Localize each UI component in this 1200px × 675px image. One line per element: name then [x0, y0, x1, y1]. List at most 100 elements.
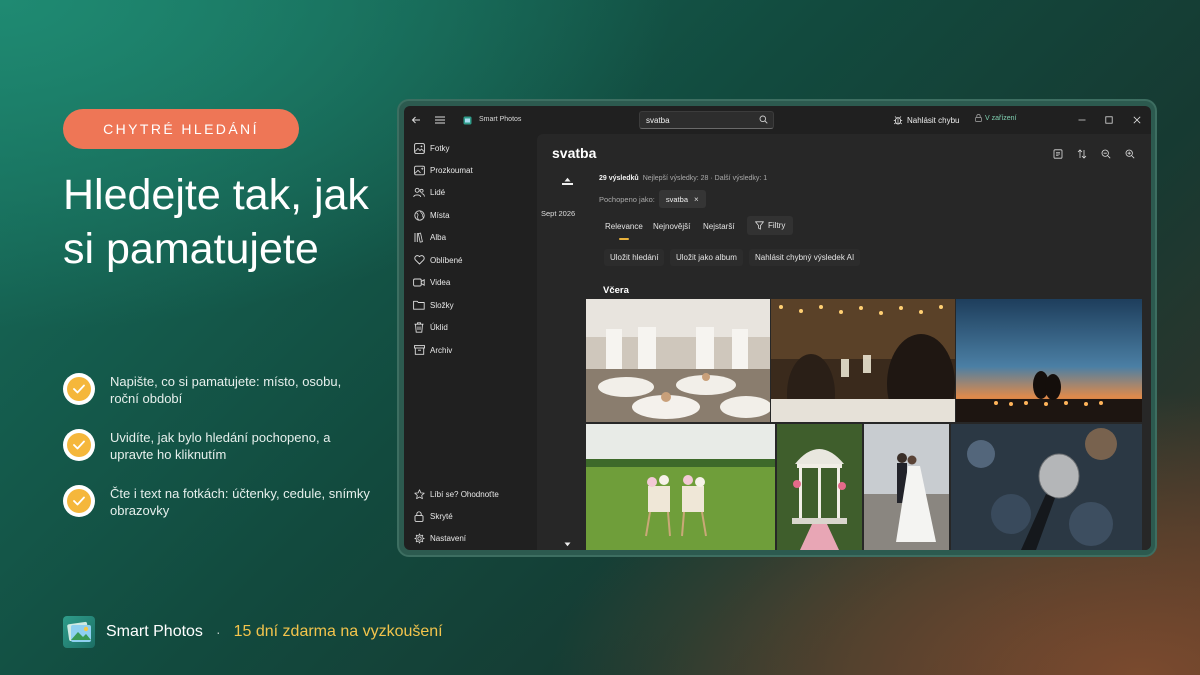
save-as-album-button[interactable]: Uložit jako album [670, 249, 743, 266]
promo-footer: Smart Photos · 15 dní zdarma na vyzkouše… [63, 616, 443, 648]
sidebar-item-cleanup[interactable]: Úklid [404, 317, 537, 337]
search-icon[interactable] [759, 115, 768, 126]
heart-icon [412, 253, 426, 267]
sidebar-item-settings[interactable]: Nastavení [404, 528, 537, 548]
sidebar-item-explore[interactable]: Prozkoumat [404, 160, 537, 180]
search-input[interactable] [646, 114, 751, 126]
tab-newest[interactable]: Nejnovější [653, 218, 690, 235]
footer-separator: · [215, 624, 221, 640]
feature-text: Uvidíte, jak bylo hledání pochopeno, a u… [110, 430, 331, 462]
sidebar-item-folders[interactable]: Složky [404, 295, 537, 315]
sidebar-item-photos[interactable]: Fotky [404, 138, 537, 158]
promo-badge: CHYTRÉ HLEDÁNÍ [63, 109, 299, 149]
sidebar-item-label: Oblíbené [430, 255, 463, 265]
page-title: svatba [552, 145, 597, 161]
query-chip-label: svatba [665, 194, 688, 204]
photo-microphone[interactable] [951, 424, 1142, 550]
app-small-logo-icon [460, 113, 474, 127]
sidebar-item-rate[interactable]: Líbí se? Ohodnoťte [404, 484, 537, 504]
search-box[interactable] [639, 111, 774, 129]
lock-icon [975, 114, 982, 122]
archive-icon [412, 343, 426, 357]
trash-icon [412, 320, 426, 334]
sidebar-item-label: Líbí se? Ohodnoťte [430, 489, 499, 499]
sidebar-item-people[interactable]: Lidé [404, 182, 537, 202]
photo-wedding-hall[interactable] [586, 299, 770, 422]
section-label-yesterday: Včera [603, 285, 629, 296]
feature-text: Čte i text na fotkách: účtenky, cedule, … [110, 486, 370, 518]
sidebar-item-archive[interactable]: Archiv [404, 340, 537, 360]
active-tab-indicator [619, 238, 629, 240]
tab-oldest[interactable]: Nejstarší [703, 218, 735, 235]
report-bug-label: Nahlásit chybu [907, 115, 960, 125]
sidebar: Fotky Prozkoumat Lidé Místa Alba Oblíben… [404, 134, 537, 550]
sidebar-item-videos[interactable]: Videa [404, 272, 537, 292]
report-bug-button[interactable]: Nahlásit chybu [893, 113, 959, 127]
filters-button[interactable]: Filtry [747, 216, 794, 235]
remove-chip-icon[interactable]: × [694, 195, 699, 204]
sidebar-item-label: Nastavení [430, 533, 467, 543]
star-icon [412, 487, 426, 501]
albums-icon [412, 230, 426, 244]
sidebar-item-hidden[interactable]: Skryté [404, 506, 537, 526]
globe-icon [412, 208, 426, 222]
explore-icon [412, 163, 426, 177]
check-icon [63, 429, 95, 461]
understood-as-row: Pochopeno jako: svatba × [599, 190, 706, 208]
tab-relevance[interactable]: Relevance [605, 218, 643, 235]
sidebar-item-label: Fotky [430, 143, 450, 153]
sidebar-item-label: Úklid [430, 322, 448, 332]
sidebar-item-favorites[interactable]: Oblíbené [404, 250, 537, 270]
timeline-date: Sept 2026 [541, 209, 576, 218]
minimize-icon[interactable] [1073, 111, 1091, 129]
main-content: svatba Sept 2026 29 výsledků Nejlepší výs… [537, 134, 1151, 550]
sidebar-item-places[interactable]: Místa [404, 205, 537, 225]
zoom-out-icon[interactable] [1098, 146, 1114, 162]
maximize-icon[interactable] [1100, 111, 1118, 129]
footer-app-name: Smart Photos [106, 623, 203, 640]
understood-label: Pochopeno jako: [599, 194, 655, 204]
select-icon[interactable] [1050, 146, 1066, 162]
folder-icon [412, 298, 426, 312]
save-search-button[interactable]: Uložit hledání [604, 249, 665, 266]
photo-sunset-couple[interactable] [956, 299, 1142, 422]
sidebar-item-label: Složky [430, 300, 454, 310]
device-status: V zařízení [975, 114, 1017, 122]
footer-offer: 15 dní zdarma na vyzkoušení [233, 623, 443, 640]
photo-bride-groom[interactable] [864, 424, 949, 550]
filter-icon [755, 221, 764, 230]
app-logo-icon [63, 616, 95, 648]
feature-text: Napište, co si pamatujete: místo, osobu,… [110, 374, 342, 406]
app-window: Smart Photos Nahlásit chybu V zařízení [404, 106, 1151, 550]
video-icon [412, 275, 426, 289]
title-bar: Smart Photos Nahlásit chybu V zařízení [404, 106, 1151, 134]
photo-garden-chairs[interactable] [586, 424, 775, 550]
photo-gazebo[interactable] [777, 424, 862, 550]
app-title: Smart Photos [479, 116, 522, 123]
back-arrow-icon[interactable] [409, 113, 423, 127]
menu-icon[interactable] [433, 113, 447, 127]
timeline-marker [562, 183, 573, 185]
sidebar-item-label: Archiv [430, 345, 453, 355]
check-icon [63, 373, 95, 405]
query-chip[interactable]: svatba × [658, 190, 706, 208]
check-icon [63, 485, 95, 517]
report-ai-result-button[interactable]: Nahlásit chybný výsledek AI [749, 249, 861, 266]
photo-toast[interactable] [771, 299, 955, 422]
feature-item: Čte i text na fotkách: účtenky, cedule, … [63, 485, 370, 519]
sidebar-item-label: Lidé [430, 187, 446, 197]
feature-item: Napište, co si pamatujete: místo, osobu,… [63, 373, 370, 407]
caret-down-icon[interactable] [564, 540, 571, 549]
gear-icon [412, 531, 426, 545]
image-icon [412, 141, 426, 155]
sort-icon[interactable] [1074, 146, 1090, 162]
sidebar-item-label: Videa [430, 277, 451, 287]
sidebar-item-label: Místa [430, 210, 450, 220]
lock-icon [412, 509, 426, 523]
feature-item: Uvidíte, jak bylo hledání pochopeno, a u… [63, 429, 370, 463]
filters-label: Filtry [768, 221, 786, 230]
zoom-in-icon[interactable] [1122, 146, 1138, 162]
sidebar-item-albums[interactable]: Alba [404, 227, 537, 247]
results-summary: 29 výsledků Nejlepší výsledky: 28 · Další… [599, 175, 767, 182]
close-icon[interactable] [1128, 111, 1146, 129]
